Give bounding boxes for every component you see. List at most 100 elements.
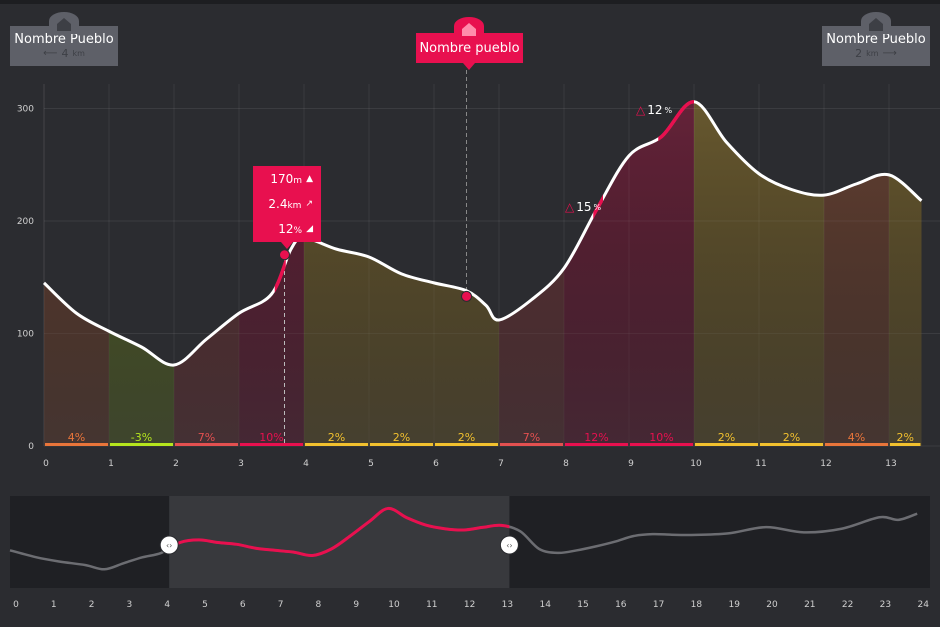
- slope-label: 2%: [328, 431, 345, 444]
- overview-x-tick-label: 23: [880, 600, 891, 610]
- center-marker-point[interactable]: [461, 290, 472, 302]
- slope-label: 10%: [649, 431, 673, 444]
- slope-triangle-icon: △: [636, 103, 646, 117]
- svg-text:‹›: ‹›: [506, 541, 512, 550]
- elevation-chart: 4% -3% 7% 10% 2% 2% 2% 7% 12% 10% 2% 2% 4% 2% 0123456…: [0, 0, 940, 469]
- slope-label: 2%: [393, 431, 410, 444]
- x-tick-label: 12: [820, 459, 831, 469]
- tooltip-altitude: 170m: [270, 171, 303, 186]
- slope-callout-15: △ 15%: [565, 200, 601, 214]
- right-town-unit: km: [866, 49, 879, 58]
- overview-x-tick-label: 6: [240, 600, 246, 610]
- slope-label: 2%: [897, 431, 914, 444]
- tooltip-slope-row: 12% ◢: [253, 216, 321, 241]
- x-tick-label: 0: [43, 459, 49, 469]
- tooltip-altitude-row: 170m ▲: [253, 166, 321, 191]
- overview-x-tick-label: 7: [278, 600, 284, 610]
- overview-x-tick-label: 21: [804, 600, 815, 610]
- slope-callout-value: 15: [576, 200, 592, 214]
- overview-x-tick-label: 15: [577, 600, 588, 610]
- overview-x-tick-label: 9: [353, 600, 359, 610]
- overview-x-tick-label: 22: [842, 600, 853, 610]
- y-tick-label: 300: [17, 105, 34, 115]
- x-tick-label: 11: [755, 459, 766, 469]
- overview-x-tick-label: 0: [13, 600, 19, 610]
- x-tick-label: 8: [563, 459, 569, 469]
- slope-label: 4%: [848, 431, 865, 444]
- slope-triangle-icon: △: [565, 200, 575, 214]
- center-marker-pointer: [463, 63, 475, 70]
- overview-x-tick-label: 20: [766, 600, 778, 610]
- slope-label: 2%: [783, 431, 800, 444]
- right-town-distance: 2: [855, 47, 863, 60]
- right-town-distance-row: 2 km ⟶: [855, 47, 897, 60]
- point-tooltip: 170m ▲ 2.4km ↗ 12% ◢: [253, 166, 321, 242]
- x-tick-label: 6: [433, 459, 439, 469]
- x-tick-label: 3: [238, 459, 244, 469]
- slope-callout-value: 12: [647, 103, 663, 117]
- slope-callout-unit: %: [593, 202, 602, 212]
- svg-text:‹›: ‹›: [166, 541, 172, 550]
- slope-label: -3%: [131, 431, 152, 444]
- overview-x-tick-label: 13: [502, 600, 513, 610]
- overview-x-tick-label: 11: [426, 600, 437, 610]
- overview-left-handle[interactable]: ‹›: [159, 535, 179, 555]
- elevation-profile-widget: 4% -3% 7% 10% 2% 2% 2% 7% 12% 10% 2% 2% 4% 2% 0123456…: [0, 0, 940, 627]
- mountain-icon: ▲: [306, 173, 313, 184]
- x-tick-label: 4: [303, 459, 309, 469]
- overview-x-tick-label: 1: [51, 600, 57, 610]
- x-tick-label: 7: [498, 459, 504, 469]
- overview-x-tick-label: 3: [127, 600, 133, 610]
- x-tick-label: 5: [368, 459, 374, 469]
- slope-label: 7%: [198, 431, 215, 444]
- slope-callout-unit: %: [664, 105, 673, 115]
- slope-label: 4%: [68, 431, 85, 444]
- x-tick-label: 13: [885, 459, 896, 469]
- route-icon: ↗: [305, 198, 313, 209]
- y-tick-label: 0: [28, 442, 34, 452]
- area-shade: [44, 101, 922, 447]
- overview-x-tick-label: 24: [917, 600, 929, 610]
- overview-x-tick-label: 17: [653, 600, 664, 610]
- right-town-name: Nombre Pueblo: [826, 32, 926, 47]
- tooltip-distance: 2.4km: [268, 196, 302, 211]
- left-town-distance-row: ⟵ 4 km: [43, 47, 85, 60]
- slope-label: 2%: [718, 431, 735, 444]
- arrow-right-icon: ⟶: [882, 48, 897, 59]
- center-town-name: Nombre pueblo: [419, 40, 520, 56]
- overview-right-handle[interactable]: ‹›: [499, 535, 519, 555]
- slope-label: 7%: [523, 431, 540, 444]
- tooltip-distance-row: 2.4km ↗: [253, 191, 321, 216]
- slope-callout-12: △ 12%: [636, 103, 672, 117]
- x-axis-ticks: 0 1 2 3 4 5 6 7 8 9 10 11 12 13: [43, 459, 897, 469]
- x-tick-label: 9: [628, 459, 634, 469]
- house-icon: [454, 17, 484, 39]
- overview-x-tick-label: 10: [388, 600, 400, 610]
- slope-icon: ◢: [306, 223, 313, 234]
- overview-x-tick-label: 18: [691, 600, 703, 610]
- x-tick-label: 10: [690, 459, 702, 469]
- tooltip-point[interactable]: [279, 249, 290, 261]
- y-tick-label: 100: [17, 330, 34, 340]
- overview-x-tick-label: 19: [728, 600, 740, 610]
- left-town-name: Nombre Pueblo: [14, 32, 114, 47]
- house-icon: [861, 12, 891, 34]
- overview-x-tick-label: 12: [464, 600, 475, 610]
- y-tick-label: 200: [17, 217, 34, 227]
- overview-x-tick-label: 5: [202, 600, 208, 610]
- arrow-left-icon: ⟵: [43, 48, 58, 59]
- house-icon: [49, 12, 79, 34]
- tooltip-slope: 12%: [278, 221, 303, 236]
- overview-x-tick-label: 2: [89, 600, 95, 610]
- slope-label: 10%: [259, 431, 283, 444]
- slope-label: 12%: [584, 431, 608, 444]
- left-town-distance: 4: [61, 47, 69, 60]
- tooltip-pointer: [281, 242, 293, 249]
- overview-navigator[interactable]: ‹› ‹› 0 1 2 3 4 5 6 7 8 9 10 11 12 13 14 15 16 17 18 19 20 21 2…: [0, 470, 940, 627]
- overview-x-tick-label: 16: [615, 600, 627, 610]
- overview-x-tick-label: 14: [539, 600, 551, 610]
- x-tick-label: 1: [108, 459, 114, 469]
- y-axis-ticks: 0 100 200 300: [17, 105, 34, 453]
- overview-x-tick-label: 8: [316, 600, 322, 610]
- top-bar: [0, 0, 940, 4]
